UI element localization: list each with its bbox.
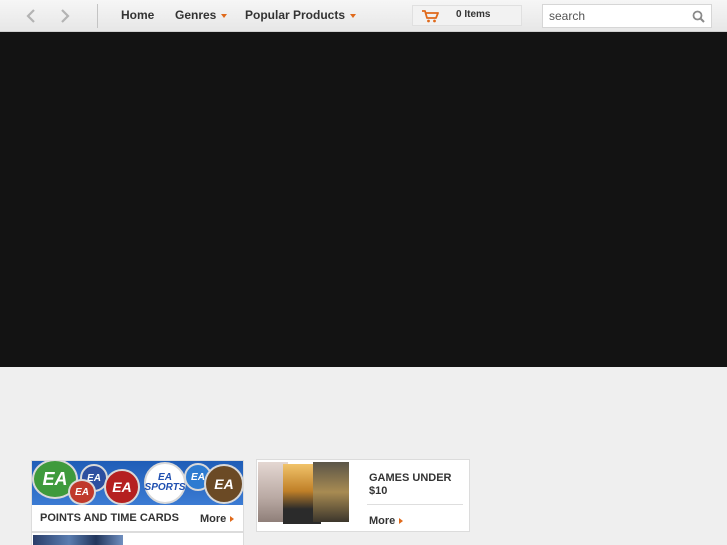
more-label: More <box>369 515 396 527</box>
promo-games-under-10[interactable]: GAMES UNDER $10 More <box>256 459 470 532</box>
nav-divider <box>97 4 98 28</box>
arrow-right-icon <box>230 516 235 523</box>
menu-genres-label: Genres <box>175 8 217 22</box>
ea-badge: EA <box>104 469 140 505</box>
arrow-right-icon <box>399 518 404 525</box>
promo-points-time-cards[interactable]: EA EA EA EA EA SPORTS EA EA POINTS AND T… <box>31 460 244 532</box>
forward-button[interactable] <box>54 6 74 26</box>
cart-count: 0 Items <box>456 9 491 20</box>
promo-title-line2: $10 <box>369 485 388 497</box>
more-link[interactable]: More <box>200 513 235 525</box>
menu-popular-products-label: Popular Products <box>245 8 346 22</box>
back-button[interactable] <box>22 6 42 26</box>
promo-title-line1: GAMES UNDER <box>369 472 452 484</box>
cart-button[interactable]: 0 Items <box>412 5 522 26</box>
menu-home[interactable]: Home <box>121 8 154 22</box>
promo-title: POINTS AND TIME CARDS <box>40 512 179 524</box>
menu-genres[interactable]: Genres <box>175 8 228 22</box>
ea-badge: EA <box>68 479 96 505</box>
chevron-right-icon <box>61 9 70 23</box>
top-navigation-bar: Home Genres Popular Products 0 Items <box>0 0 727 32</box>
divider <box>367 504 463 505</box>
search-box <box>542 4 712 28</box>
promo-title: GAMES UNDER $10 <box>369 472 452 498</box>
caret-down-icon <box>350 13 357 18</box>
search-input[interactable] <box>549 8 689 24</box>
menu-popular-products[interactable]: Popular Products <box>245 8 357 22</box>
ea-badge: EA <box>204 464 243 504</box>
promo-thumbnail <box>33 535 123 545</box>
caret-down-icon <box>221 13 228 18</box>
shopping-cart-icon <box>422 10 439 23</box>
promo-card-partial[interactable] <box>31 532 244 545</box>
ea-badges-image: EA EA EA EA EA SPORTS EA EA <box>32 461 243 505</box>
more-link[interactable]: More <box>369 515 404 527</box>
game-box-art <box>313 462 349 522</box>
search-icon[interactable] <box>692 10 705 23</box>
ea-sports-badge: EA SPORTS <box>144 462 186 504</box>
chevron-left-icon <box>26 9 35 23</box>
more-label: More <box>200 513 227 525</box>
hero-banner[interactable] <box>0 32 727 367</box>
menu-home-label: Home <box>121 8 155 22</box>
